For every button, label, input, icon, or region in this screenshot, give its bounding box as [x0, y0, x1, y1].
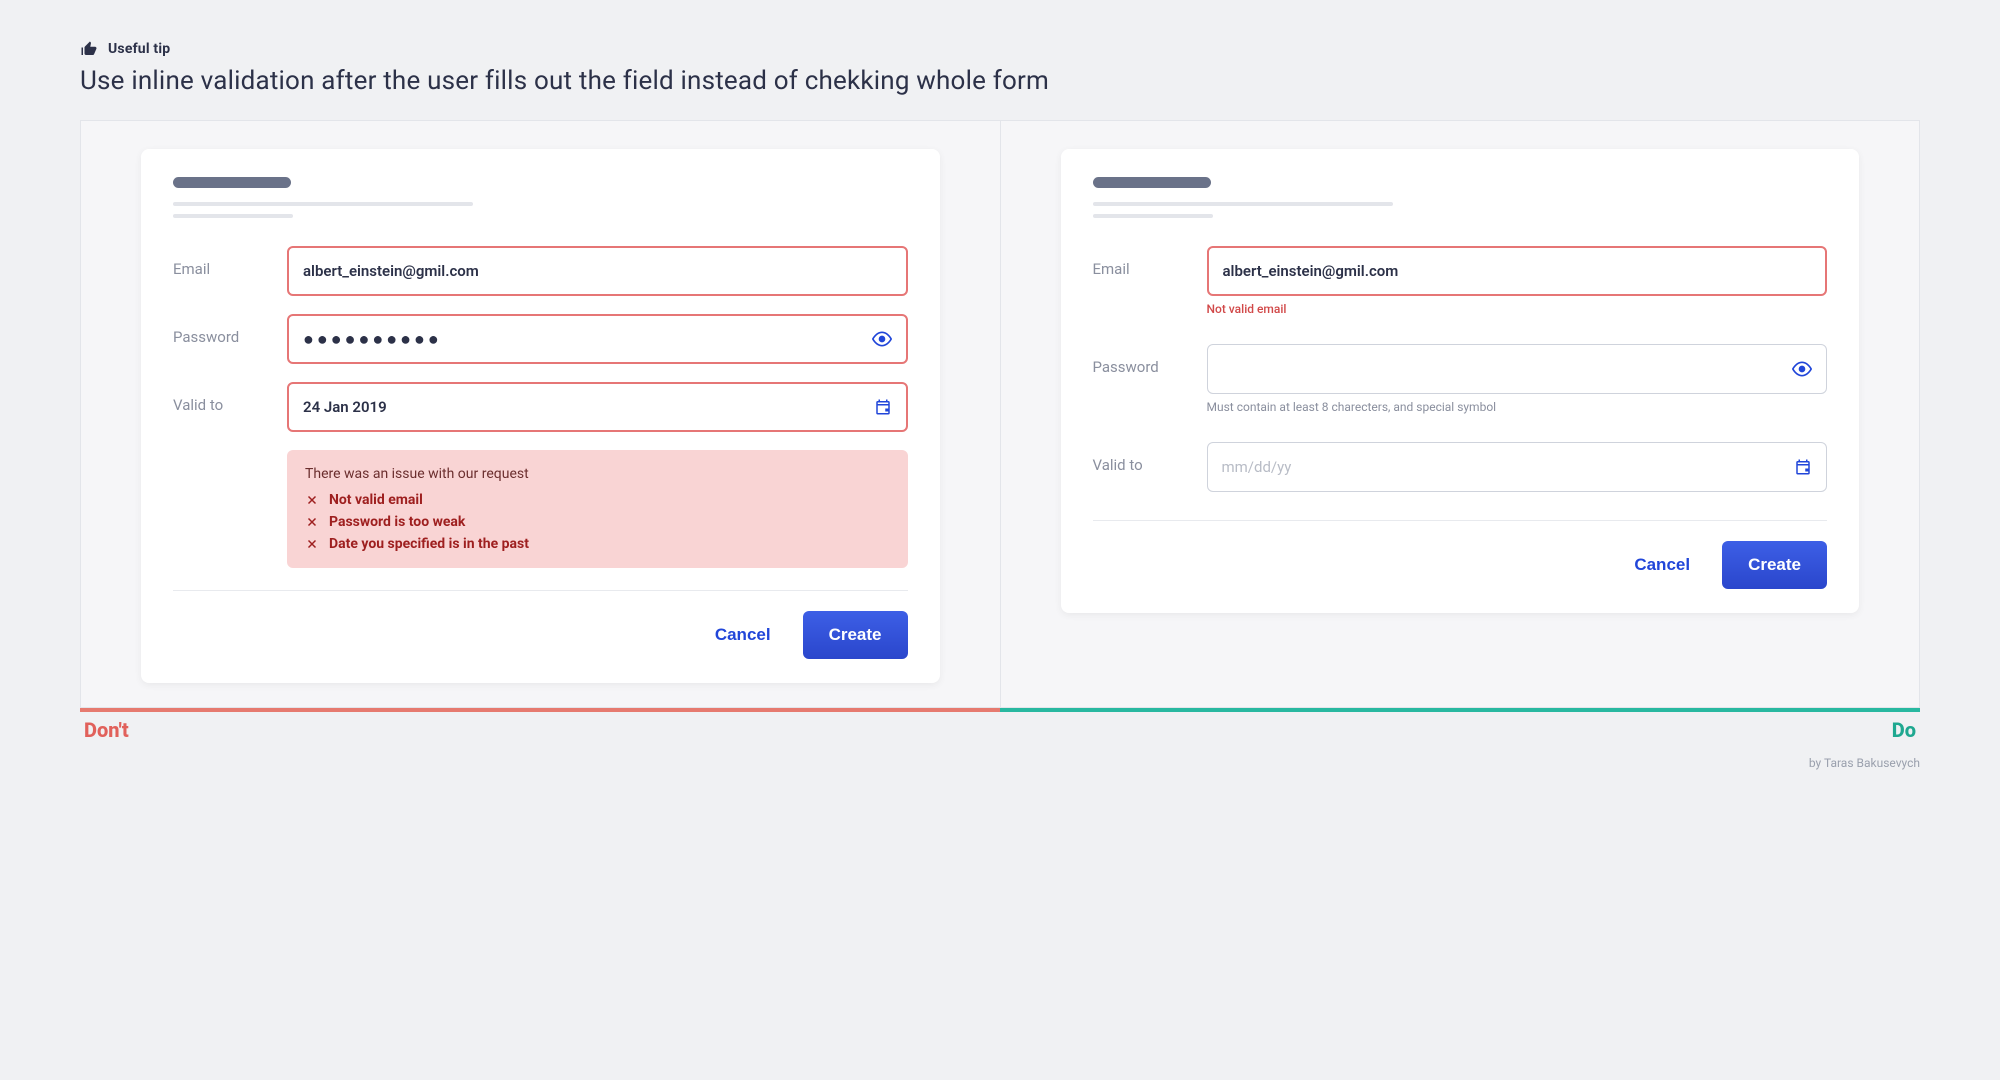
error-summary-box: There was an issue with our request Not … — [287, 450, 908, 568]
do-card: Email albert_einstein@gmil.com Not valid… — [1061, 149, 1860, 613]
title-placeholder-bar — [173, 177, 291, 188]
error-text: Password is too weak — [329, 514, 465, 530]
cancel-button[interactable]: Cancel — [703, 613, 783, 657]
tip-label: Useful tip — [108, 41, 170, 57]
password-helper: Must contain at least 8 charecters, and … — [1207, 400, 1828, 414]
password-label: Password — [1093, 344, 1187, 376]
divider — [173, 590, 908, 591]
cancel-button[interactable]: Cancel — [1622, 543, 1702, 587]
underline-bar — [80, 708, 1920, 712]
x-icon — [305, 515, 319, 529]
x-icon — [305, 537, 319, 551]
error-item: Date you specified is in the past — [305, 536, 890, 552]
form-row-valid-to: Valid to 24 Jan 2019 — [173, 382, 908, 432]
email-input[interactable]: albert_einstein@gmil.com — [287, 246, 908, 296]
error-item: Not valid email — [305, 492, 890, 508]
calendar-icon[interactable] — [874, 398, 892, 416]
subtitle-placeholder-line — [173, 202, 473, 206]
form-row-password: Password ●●●●●●●●●● — [173, 314, 908, 364]
dont-panel: Email albert_einstein@gmil.com Password … — [81, 121, 1001, 707]
title-placeholder-bar — [1093, 177, 1211, 188]
form-actions: Cancel Create — [1093, 541, 1828, 589]
eye-icon[interactable] — [872, 329, 892, 349]
valid-to-input[interactable]: mm/dd/yy — [1207, 442, 1828, 492]
dont-underline — [80, 708, 1000, 712]
comparison-container: Email albert_einstein@gmil.com Password … — [80, 120, 1920, 708]
form-row-email: Email albert_einstein@gmil.com — [173, 246, 908, 296]
valid-to-placeholder: mm/dd/yy — [1222, 458, 1795, 476]
form-actions: Cancel Create — [173, 611, 908, 659]
tip-header: Useful tip — [80, 40, 1920, 58]
dont-label: Don't — [84, 718, 129, 742]
error-summary-title: There was an issue with our request — [305, 466, 890, 482]
password-value: ●●●●●●●●●● — [303, 329, 872, 350]
email-label: Email — [173, 246, 267, 278]
subtitle-placeholder-line — [1093, 202, 1393, 206]
do-label: Do — [1892, 718, 1916, 742]
error-item: Password is too weak — [305, 514, 890, 530]
form-row-valid-to: Valid to mm/dd/yy — [1093, 442, 1828, 492]
email-value: albert_einstein@gmil.com — [1223, 262, 1812, 280]
create-button[interactable]: Create — [1722, 541, 1827, 589]
do-panel: Email albert_einstein@gmil.com Not valid… — [1001, 121, 1920, 707]
do-underline — [1000, 708, 1920, 712]
form-row-password: Password Must contain at least 8 charect… — [1093, 344, 1828, 414]
subtitle-placeholder-line — [1093, 214, 1213, 218]
subtitle-placeholder-line — [173, 214, 293, 218]
valid-to-label: Valid to — [173, 382, 267, 414]
valid-to-value: 24 Jan 2019 — [303, 398, 874, 416]
thumbs-up-icon — [80, 40, 98, 58]
password-input[interactable]: ●●●●●●●●●● — [287, 314, 908, 364]
email-value: albert_einstein@gmil.com — [303, 262, 892, 280]
password-label: Password — [173, 314, 267, 346]
panel-labels-row: Don't Do — [80, 712, 1920, 742]
email-label: Email — [1093, 246, 1187, 278]
form-row-email: Email albert_einstein@gmil.com Not valid… — [1093, 246, 1828, 316]
x-icon — [305, 493, 319, 507]
divider — [1093, 520, 1828, 521]
credit-text: by Taras Bakusevych — [80, 756, 1920, 770]
calendar-icon[interactable] — [1794, 458, 1812, 476]
create-button[interactable]: Create — [803, 611, 908, 659]
error-text: Date you specified is in the past — [329, 536, 529, 552]
email-helper-error: Not valid email — [1207, 302, 1828, 316]
eye-icon[interactable] — [1792, 359, 1812, 379]
valid-to-label: Valid to — [1093, 442, 1187, 474]
dont-card: Email albert_einstein@gmil.com Password … — [141, 149, 940, 683]
email-input[interactable]: albert_einstein@gmil.com — [1207, 246, 1828, 296]
error-text: Not valid email — [329, 492, 423, 508]
password-input[interactable] — [1207, 344, 1828, 394]
tip-title: Use inline validation after the user fil… — [80, 66, 1920, 96]
valid-to-input[interactable]: 24 Jan 2019 — [287, 382, 908, 432]
